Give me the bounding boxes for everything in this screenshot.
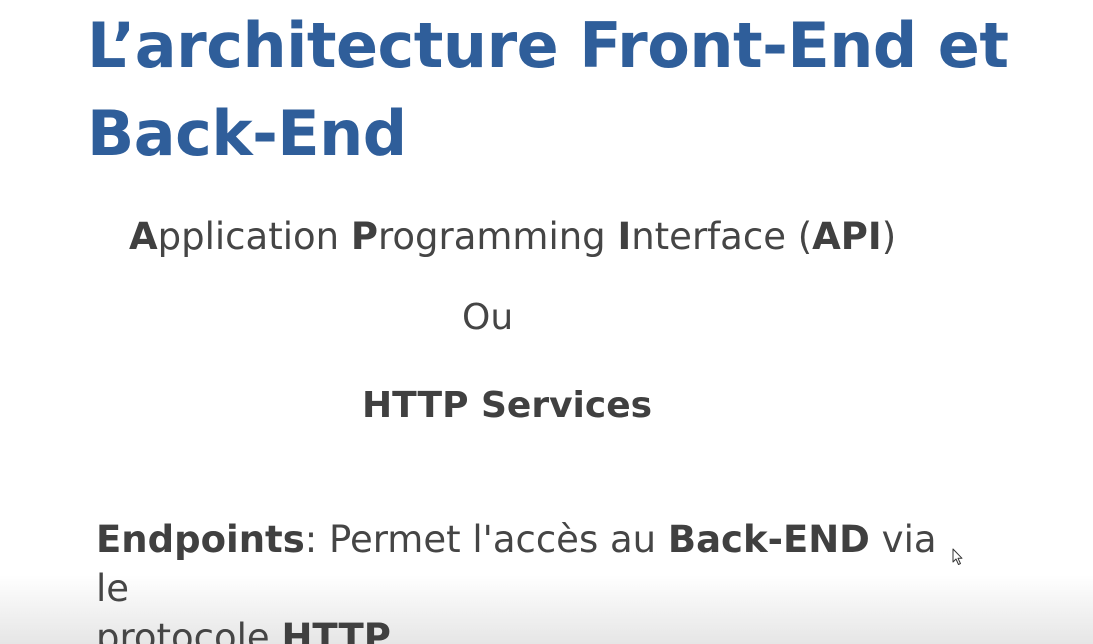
http-services-label: HTTP Services	[362, 385, 653, 426]
slide: L’architecture Front-End et Back-End App…	[0, 0, 1093, 644]
title-line-1: L’architecture Front-End et	[87, 9, 1009, 82]
api-letter-p: P	[350, 215, 378, 258]
endpoints-protocol-text: protocole	[96, 616, 282, 644]
endpoints-definition: Endpoints: Permet l'accès au Back-END vi…	[96, 515, 976, 644]
http-term: HTTP	[281, 616, 391, 644]
endpoints-text: : Permet l'accès au	[304, 518, 668, 561]
api-letter-a: A	[129, 215, 158, 258]
backend-term: Back-END	[667, 518, 870, 561]
slide-title: L’architecture Front-End et Back-End	[87, 2, 1009, 178]
api-word-programming: rogramming	[377, 215, 618, 258]
api-word-interface: nterface (	[631, 215, 813, 258]
endpoints-term: Endpoints	[96, 518, 305, 561]
or-separator: Ou	[462, 297, 514, 338]
mouse-pointer-icon	[952, 548, 963, 565]
api-definition: Application Programming Interface (API)	[129, 212, 896, 262]
api-word-application: pplication	[157, 215, 351, 258]
api-close-paren: )	[881, 215, 897, 258]
api-acronym: API	[812, 215, 882, 258]
title-line-2: Back-End	[87, 97, 407, 170]
api-letter-i: I	[617, 215, 632, 258]
